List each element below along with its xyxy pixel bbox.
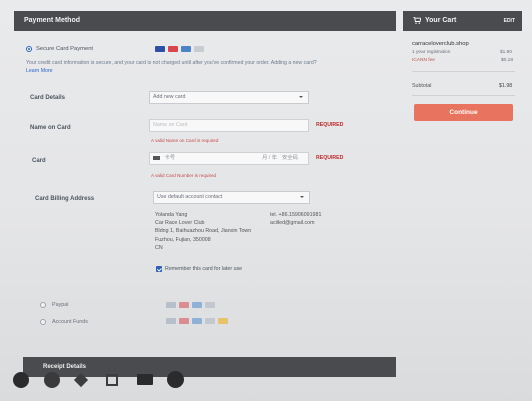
payment-method-header: Payment Method — [14, 11, 396, 31]
cart-item-icann-price: $0.18 — [501, 58, 514, 63]
mastercard-icon — [168, 46, 178, 52]
cart-item-registration: 1 year registration — [412, 50, 451, 55]
cart-item-registration-price: $1.80 — [500, 50, 513, 55]
cart-header: Your Cart EDIT — [403, 11, 522, 31]
paypal-card-icon — [205, 302, 215, 308]
mastercard-icon — [179, 318, 189, 324]
card-number-input[interactable]: 卡号 月 / 年 安全码 — [149, 152, 309, 165]
card-label: Card — [32, 158, 46, 164]
crop-icon[interactable] — [106, 374, 118, 386]
amex-icon — [192, 302, 202, 308]
coin-icon — [218, 318, 228, 324]
card-details-label: Card Details — [30, 95, 66, 101]
cvv-placeholder[interactable]: 安全码 — [282, 153, 298, 164]
billing-street: Bldng 1, Baihuazhou Road, Jianxin Town — [155, 228, 252, 235]
visa-icon — [155, 46, 165, 52]
remember-card-label[interactable]: Remember this card for later use — [165, 266, 242, 272]
secure-card-radio[interactable] — [26, 46, 32, 52]
cart-edit-link[interactable]: EDIT — [504, 11, 515, 31]
paypal-card-brands — [166, 302, 215, 308]
learn-more-link[interactable]: Learn More — [26, 68, 53, 74]
card-details-select-value: Add new card — [153, 94, 186, 100]
billing-address-select[interactable]: Use default account contact — [153, 191, 310, 204]
card-number-placeholder: 卡号 — [164, 155, 176, 161]
card-details-select[interactable]: Add new card — [149, 91, 309, 104]
cart-divider — [412, 71, 515, 72]
name-on-card-placeholder: Name on Card — [153, 122, 188, 128]
forward-icon[interactable] — [44, 372, 60, 388]
account-funds-brands — [166, 318, 228, 324]
cart-domain: carraceloverclub.shop — [412, 41, 469, 47]
billing-contact-block: tel. +86.15906091981 aciiled@gmail.com — [270, 211, 321, 227]
cart-item-icann: ICANN fee — [412, 58, 435, 63]
mastercard-icon — [179, 302, 189, 308]
chevron-down-icon — [299, 96, 303, 98]
billing-org: Car Race Lover Club — [155, 220, 205, 227]
subtotal-value: $1.98 — [499, 83, 513, 89]
continue-button[interactable]: Continue — [414, 104, 513, 121]
billing-email: aciiled@gmail.com — [270, 220, 315, 227]
billing-phone: tel. +86.15906091981 — [270, 212, 322, 218]
jcb-icon — [205, 318, 215, 324]
billing-address-label: Card Billing Address — [35, 196, 95, 202]
paypal-label[interactable]: Paypal — [52, 302, 68, 308]
video-icon[interactable] — [137, 374, 153, 385]
card-required-label: REQUIRED — [316, 155, 344, 161]
secure-card-note-text: Your credit card information is secure, … — [26, 60, 317, 66]
billing-select-value: Use default account contact — [157, 194, 223, 200]
remember-card-checkbox[interactable] — [156, 266, 162, 272]
subtotal-divider — [412, 95, 515, 96]
secure-card-note: Your credit card information is secure, … — [26, 60, 396, 75]
payment-panel: Payment Method Secure Card Payment Your … — [14, 11, 396, 401]
paypal-radio[interactable] — [40, 302, 46, 308]
billing-city: Fuzhou, Fujian, 350008 — [155, 236, 211, 243]
card-icon — [153, 155, 160, 160]
amex-icon — [192, 318, 202, 324]
name-required-label: REQUIRED — [316, 122, 344, 128]
secure-card-brands — [155, 46, 204, 52]
card-error-message: A valid Card Number is required — [151, 173, 217, 178]
account-funds-label[interactable]: Account Funds — [52, 319, 88, 325]
amex-icon — [181, 46, 191, 52]
cart-icon — [413, 17, 421, 24]
billing-name: Yolanda Yang — [155, 212, 188, 218]
back-icon[interactable] — [13, 372, 29, 388]
chevron-down-icon — [300, 196, 304, 198]
cart-title: Your Cart — [425, 17, 457, 24]
expiry-placeholder[interactable]: 月 / 年 — [262, 153, 277, 164]
jcb-icon — [194, 46, 204, 52]
name-on-card-input[interactable]: Name on Card — [149, 119, 309, 132]
name-error-message: A valid Name on Card is required — [151, 138, 219, 143]
name-on-card-label: Name on Card — [30, 125, 71, 131]
secure-card-label[interactable]: Secure Card Payment — [36, 46, 93, 52]
visa-icon — [166, 302, 176, 308]
screen: Payment Method Secure Card Payment Your … — [0, 0, 532, 401]
billing-address-block: Yolanda Yang Car Race Lover Club Bldng 1… — [155, 211, 251, 252]
more-icon[interactable] — [167, 371, 184, 388]
billing-country: CN — [155, 244, 163, 251]
account-funds-radio[interactable] — [40, 319, 46, 325]
subtotal-label: Subtotal — [412, 83, 432, 89]
visa-icon — [166, 318, 176, 324]
